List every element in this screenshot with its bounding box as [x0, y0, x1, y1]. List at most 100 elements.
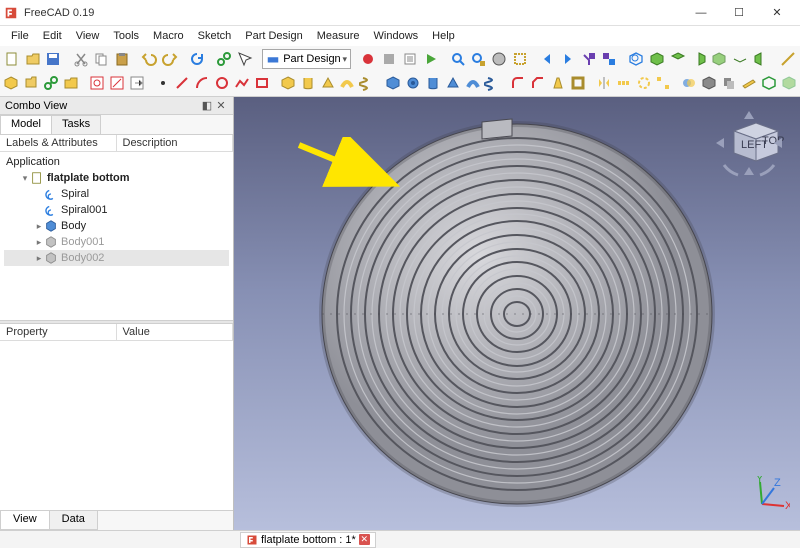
bounding-box-icon[interactable] — [510, 48, 530, 70]
undo-icon[interactable] — [139, 48, 159, 70]
bottom-view-icon[interactable] — [730, 48, 750, 70]
menu-macro[interactable]: Macro — [146, 28, 191, 44]
menu-file[interactable]: File — [4, 28, 36, 44]
part-group-icon[interactable] — [22, 72, 41, 94]
line-icon[interactable] — [173, 72, 192, 94]
copy-icon[interactable] — [91, 48, 111, 70]
polyline-icon[interactable] — [233, 72, 252, 94]
go-linked-icon[interactable] — [579, 48, 599, 70]
sketch-edit-icon[interactable] — [107, 72, 126, 94]
menu-measure[interactable]: Measure — [310, 28, 367, 44]
linear-pattern-icon[interactable] — [614, 72, 633, 94]
select-linked-icon[interactable] — [599, 48, 619, 70]
workbench-selector[interactable]: Part Design — [262, 49, 351, 69]
part-box-icon[interactable] — [2, 72, 21, 94]
navcube-arrow-down-icon[interactable] — [744, 167, 754, 175]
sketch-new-icon[interactable] — [88, 72, 107, 94]
sketch-leave-icon[interactable] — [127, 72, 146, 94]
model-tree[interactable]: Application ▾ flatplate bottom Spiral Sp… — [0, 152, 233, 320]
tab-tasks[interactable]: Tasks — [51, 115, 101, 134]
polar-pattern-icon[interactable] — [634, 72, 653, 94]
rect-icon[interactable] — [252, 72, 271, 94]
macro-play-icon[interactable] — [421, 48, 441, 70]
draw-style-icon[interactable] — [489, 48, 509, 70]
whatsthis-icon[interactable] — [235, 48, 255, 70]
maximize-button[interactable]: ☐ — [720, 0, 758, 26]
migrate-icon[interactable] — [700, 72, 719, 94]
tab-view[interactable]: View — [0, 511, 50, 530]
subshapebinder-icon[interactable] — [779, 72, 798, 94]
pocket-icon[interactable] — [384, 72, 403, 94]
navcube-rotate-ccw-icon[interactable] — [724, 165, 738, 175]
chamfer-icon[interactable] — [529, 72, 548, 94]
fit-all-icon[interactable] — [448, 48, 468, 70]
group-icon[interactable] — [62, 72, 81, 94]
sweep-icon[interactable] — [338, 72, 357, 94]
menu-tools[interactable]: Tools — [106, 28, 146, 44]
mirror-icon[interactable] — [594, 72, 613, 94]
std-link-icon[interactable] — [42, 72, 61, 94]
panel-float-icon[interactable]: ◧ — [200, 99, 214, 112]
loft-icon[interactable] — [318, 72, 337, 94]
menu-view[interactable]: View — [69, 28, 107, 44]
sub-loft-icon[interactable] — [443, 72, 462, 94]
fillet-icon[interactable] — [509, 72, 528, 94]
open-icon[interactable] — [23, 48, 43, 70]
shapebinder-icon[interactable] — [759, 72, 778, 94]
document-tab-close-icon[interactable]: ✕ — [359, 534, 370, 545]
measure-dist-icon[interactable] — [778, 48, 798, 70]
expand-icon[interactable]: ▸ — [34, 237, 44, 248]
macro-list-icon[interactable] — [400, 48, 420, 70]
link-icon[interactable] — [214, 48, 234, 70]
menu-part-design[interactable]: Part Design — [238, 28, 309, 44]
menu-help[interactable]: Help — [425, 28, 462, 44]
clone-icon[interactable] — [720, 72, 739, 94]
close-button[interactable]: ✕ — [758, 0, 796, 26]
datum-plane-icon[interactable] — [740, 72, 759, 94]
macro-stop-icon[interactable] — [379, 48, 399, 70]
front-view-icon[interactable] — [647, 48, 667, 70]
paste-icon[interactable] — [112, 48, 132, 70]
save-icon[interactable] — [44, 48, 64, 70]
tree-item-body001[interactable]: Body001 — [61, 236, 104, 248]
navcube-arrow-up-icon[interactable] — [744, 111, 754, 119]
boolean-icon[interactable] — [680, 72, 699, 94]
macro-record-icon[interactable] — [358, 48, 378, 70]
pad-icon[interactable] — [278, 72, 297, 94]
tree-item-spiral[interactable]: Spiral — [61, 188, 89, 200]
menu-windows[interactable]: Windows — [367, 28, 426, 44]
redo-icon[interactable] — [160, 48, 180, 70]
rear-view-icon[interactable] — [710, 48, 730, 70]
tab-data[interactable]: Data — [49, 511, 98, 530]
expand-icon[interactable]: ▸ — [34, 253, 44, 264]
right-view-icon[interactable] — [689, 48, 709, 70]
tree-item-body002[interactable]: Body002 — [61, 252, 104, 264]
sub-helix-icon[interactable] — [483, 72, 502, 94]
refresh-icon[interactable] — [187, 48, 207, 70]
navigation-cube[interactable]: LEFT TOP — [704, 103, 794, 193]
tree-doc-label[interactable]: flatplate bottom — [47, 172, 130, 184]
groove-icon[interactable] — [423, 72, 442, 94]
panel-close-icon[interactable]: ✕ — [214, 99, 228, 112]
thickness-icon[interactable] — [568, 72, 587, 94]
fit-selection-icon[interactable] — [469, 48, 489, 70]
nav-back-icon[interactable] — [537, 48, 557, 70]
hole-icon[interactable] — [404, 72, 423, 94]
minimize-button[interactable]: — — [682, 0, 720, 26]
menu-edit[interactable]: Edit — [36, 28, 69, 44]
left-view-icon[interactable] — [751, 48, 771, 70]
nav-fwd-icon[interactable] — [558, 48, 578, 70]
multitransform-icon[interactable] — [654, 72, 673, 94]
3d-viewport[interactable]: LEFT TOP X Y Z — [234, 97, 800, 530]
navcube-arrow-left-icon[interactable] — [716, 138, 724, 148]
menu-sketch[interactable]: Sketch — [191, 28, 239, 44]
iso-view-icon[interactable] — [627, 48, 647, 70]
point-icon[interactable] — [153, 72, 172, 94]
cut-icon[interactable] — [71, 48, 91, 70]
circle-icon[interactable] — [213, 72, 232, 94]
arc-icon[interactable] — [193, 72, 212, 94]
tree-item-body[interactable]: Body — [61, 220, 86, 232]
draft-icon[interactable] — [549, 72, 568, 94]
new-icon[interactable] — [2, 48, 22, 70]
expand-icon[interactable]: ▾ — [20, 173, 30, 184]
